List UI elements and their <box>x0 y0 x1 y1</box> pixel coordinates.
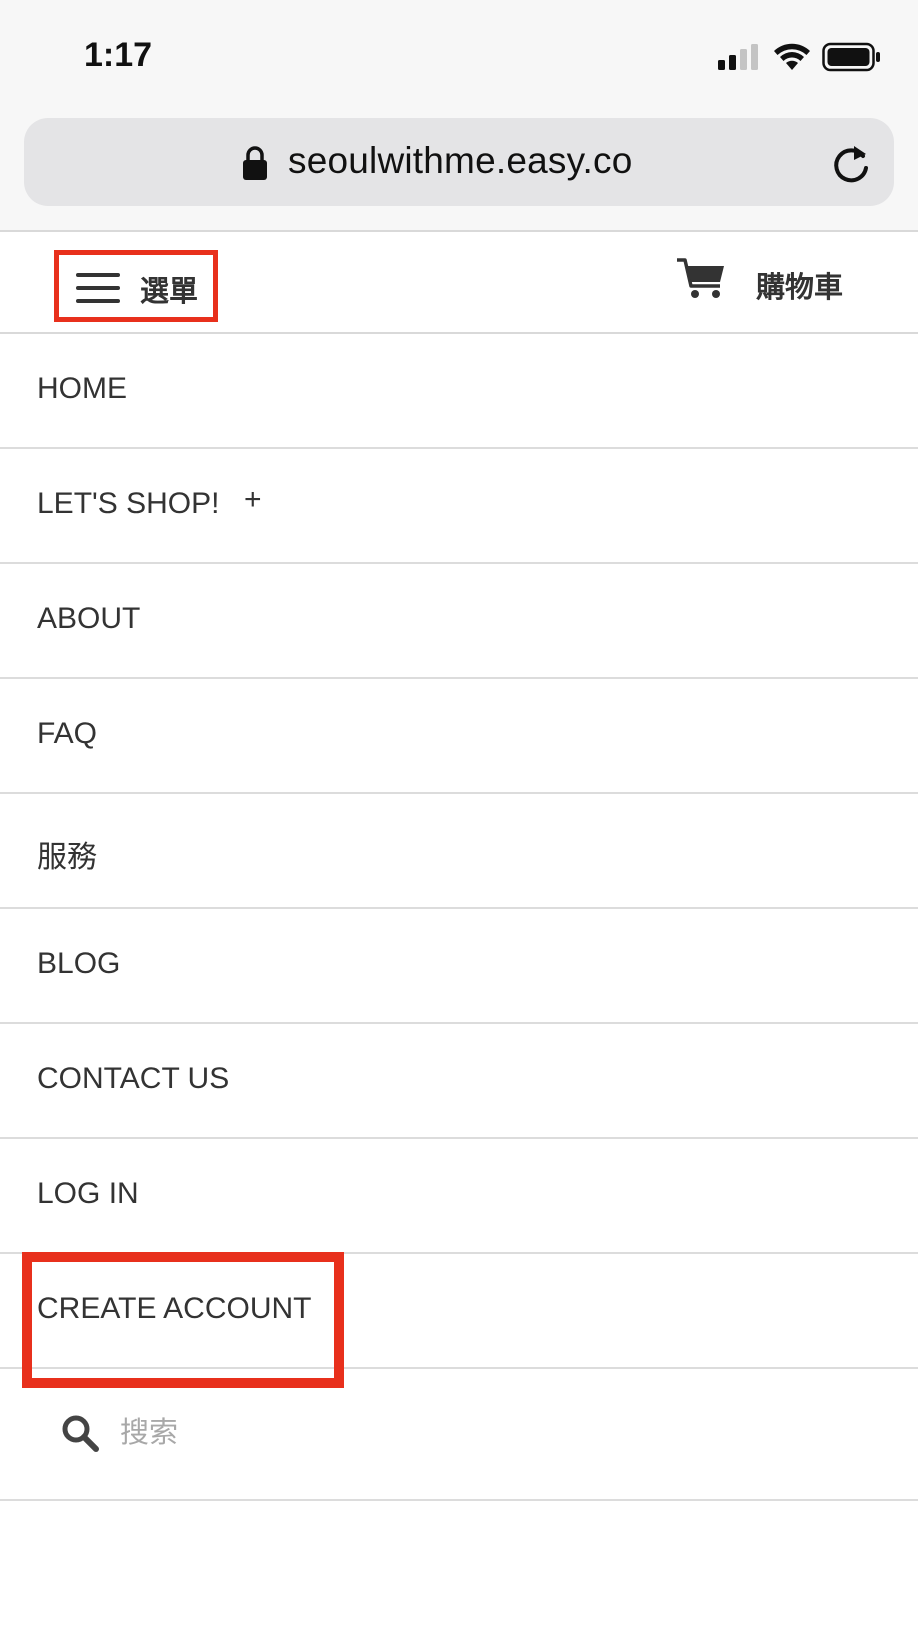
reload-icon[interactable] <box>830 142 872 186</box>
nav-item-lets-shop[interactable]: LET'S SHOP! + <box>0 449 918 564</box>
nav-item-blog[interactable]: BLOG <box>0 909 918 1024</box>
menu-toggle-button[interactable]: 選單 <box>54 250 218 322</box>
address-bar[interactable]: seoulwithme.easy.co <box>24 118 894 206</box>
expand-plus-icon[interactable]: + <box>244 483 262 517</box>
nav-item-label: 服務 <box>37 841 97 874</box>
signal-icon <box>718 44 758 70</box>
url-text[interactable]: seoulwithme.easy.co <box>288 140 633 182</box>
nav-item-label: HOME <box>37 372 127 405</box>
nav-item-label: FAQ <box>37 717 98 750</box>
lock-icon <box>243 146 267 180</box>
cart-label: 購物車 <box>756 270 844 304</box>
nav-item-faq[interactable]: FAQ <box>0 679 918 794</box>
nav-item-contact-us[interactable]: CONTACT US <box>0 1024 918 1139</box>
search-row <box>0 1371 918 1501</box>
nav-item-home[interactable]: HOME <box>0 334 918 449</box>
nav-menu: HOME LET'S SHOP! + ABOUT FAQ 服務 BLOG CON… <box>0 334 918 1369</box>
nav-item-log-in[interactable]: LOG IN <box>0 1139 918 1254</box>
nav-item-label: ABOUT <box>37 602 141 635</box>
nav-item-label: LOG IN <box>37 1177 139 1210</box>
nav-item-label: LET'S SHOP! <box>37 487 220 520</box>
search-icon[interactable] <box>60 1413 100 1453</box>
hamburger-icon <box>76 273 120 303</box>
browser-chrome: seoulwithme.easy.co <box>0 110 918 232</box>
status-bar: 1:17 <box>0 0 918 110</box>
nav-item-about[interactable]: ABOUT <box>0 564 918 679</box>
cart-icon <box>677 258 724 298</box>
nav-item-label: CONTACT US <box>37 1062 230 1095</box>
battery-icon <box>822 42 880 72</box>
wifi-icon <box>774 43 810 70</box>
nav-item-services[interactable]: 服務 <box>0 794 918 909</box>
status-time: 1:17 <box>84 36 153 74</box>
site-header: 選單 購物車 <box>0 232 918 334</box>
menu-label: 選單 <box>140 274 199 308</box>
nav-item-label: CREATE ACCOUNT <box>37 1292 312 1325</box>
cart-button[interactable]: 購物車 <box>676 250 876 314</box>
nav-item-label: BLOG <box>37 947 121 980</box>
search-input[interactable] <box>118 1401 822 1463</box>
nav-item-create-account[interactable]: CREATE ACCOUNT <box>0 1254 918 1369</box>
